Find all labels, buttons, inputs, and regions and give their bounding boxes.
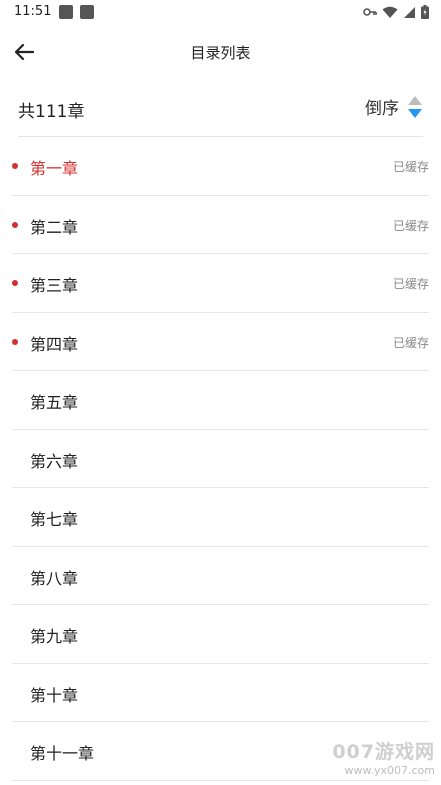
chapter-title: 第六章	[30, 451, 79, 471]
chapter-row[interactable]: 第三章 已缓存	[12, 254, 429, 313]
status-bar: 11:51	[0, 0, 441, 26]
chapter-title: 第九章	[30, 627, 79, 646]
chapter-row[interactable]: 第六章	[12, 430, 429, 488]
cache-status: 已缓存	[392, 277, 429, 291]
chapter-row[interactable]: 第七章	[12, 488, 429, 547]
cached-dot	[12, 163, 18, 169]
sort-arrows-icon	[408, 95, 422, 118]
chapter-title: 第十一章	[30, 744, 95, 763]
chapter-title: 第一章	[30, 159, 79, 178]
watermark: 007游戏网 www.yx007.com	[332, 737, 435, 777]
signal-icon	[404, 6, 415, 18]
chapter-row[interactable]: 第八章	[12, 547, 429, 605]
wifi-icon	[382, 6, 398, 18]
chapter-title: 第八章	[30, 568, 79, 588]
notification-icon	[80, 5, 94, 19]
notification-icon	[59, 5, 73, 19]
cache-status: 已缓存	[392, 335, 429, 350]
page-title: 目录列表	[190, 44, 251, 62]
status-icons	[363, 5, 429, 19]
chapter-row[interactable]: 第五章	[12, 371, 429, 430]
chapter-row[interactable]: 第四章 已缓存	[12, 313, 429, 371]
watermark-url: www.yx007.com	[344, 764, 435, 777]
chapter-title: 第十章	[30, 685, 79, 705]
chapter-title: 第二章	[30, 217, 79, 237]
chapter-title: 第五章	[30, 393, 79, 412]
chapter-count: 共111章	[18, 102, 85, 122]
chapter-row[interactable]: 第十章	[12, 664, 429, 722]
chapter-summary: 共111章 倒序	[0, 80, 441, 136]
cached-dot	[12, 280, 18, 286]
key-icon	[363, 8, 377, 16]
cached-dot	[12, 221, 18, 228]
status-time: 11:51	[14, 4, 52, 19]
chapter-list: 第一章 已缓存 第二章 已缓存 第三章 已缓存 第四章 已缓存 第五章 第六章 …	[0, 137, 441, 781]
chapter-row[interactable]: 第一章 已缓存	[12, 137, 429, 196]
cache-status: 已缓存	[392, 160, 429, 174]
chapter-title: 第四章	[30, 334, 79, 354]
app-bar: 目录列表	[0, 26, 441, 78]
watermark-brand: 007游戏网	[332, 741, 435, 763]
cache-status: 已缓存	[392, 218, 429, 233]
chapter-row[interactable]: 第九章	[12, 605, 429, 664]
sort-label: 倒序	[365, 99, 399, 119]
cached-dot	[12, 338, 18, 345]
battery-icon	[421, 5, 429, 19]
chapter-title: 第七章	[30, 510, 79, 529]
chapter-row[interactable]: 第二章 已缓存	[12, 196, 429, 254]
sort-order-button[interactable]: 倒序	[365, 94, 423, 119]
chapter-title: 第三章	[30, 276, 79, 295]
